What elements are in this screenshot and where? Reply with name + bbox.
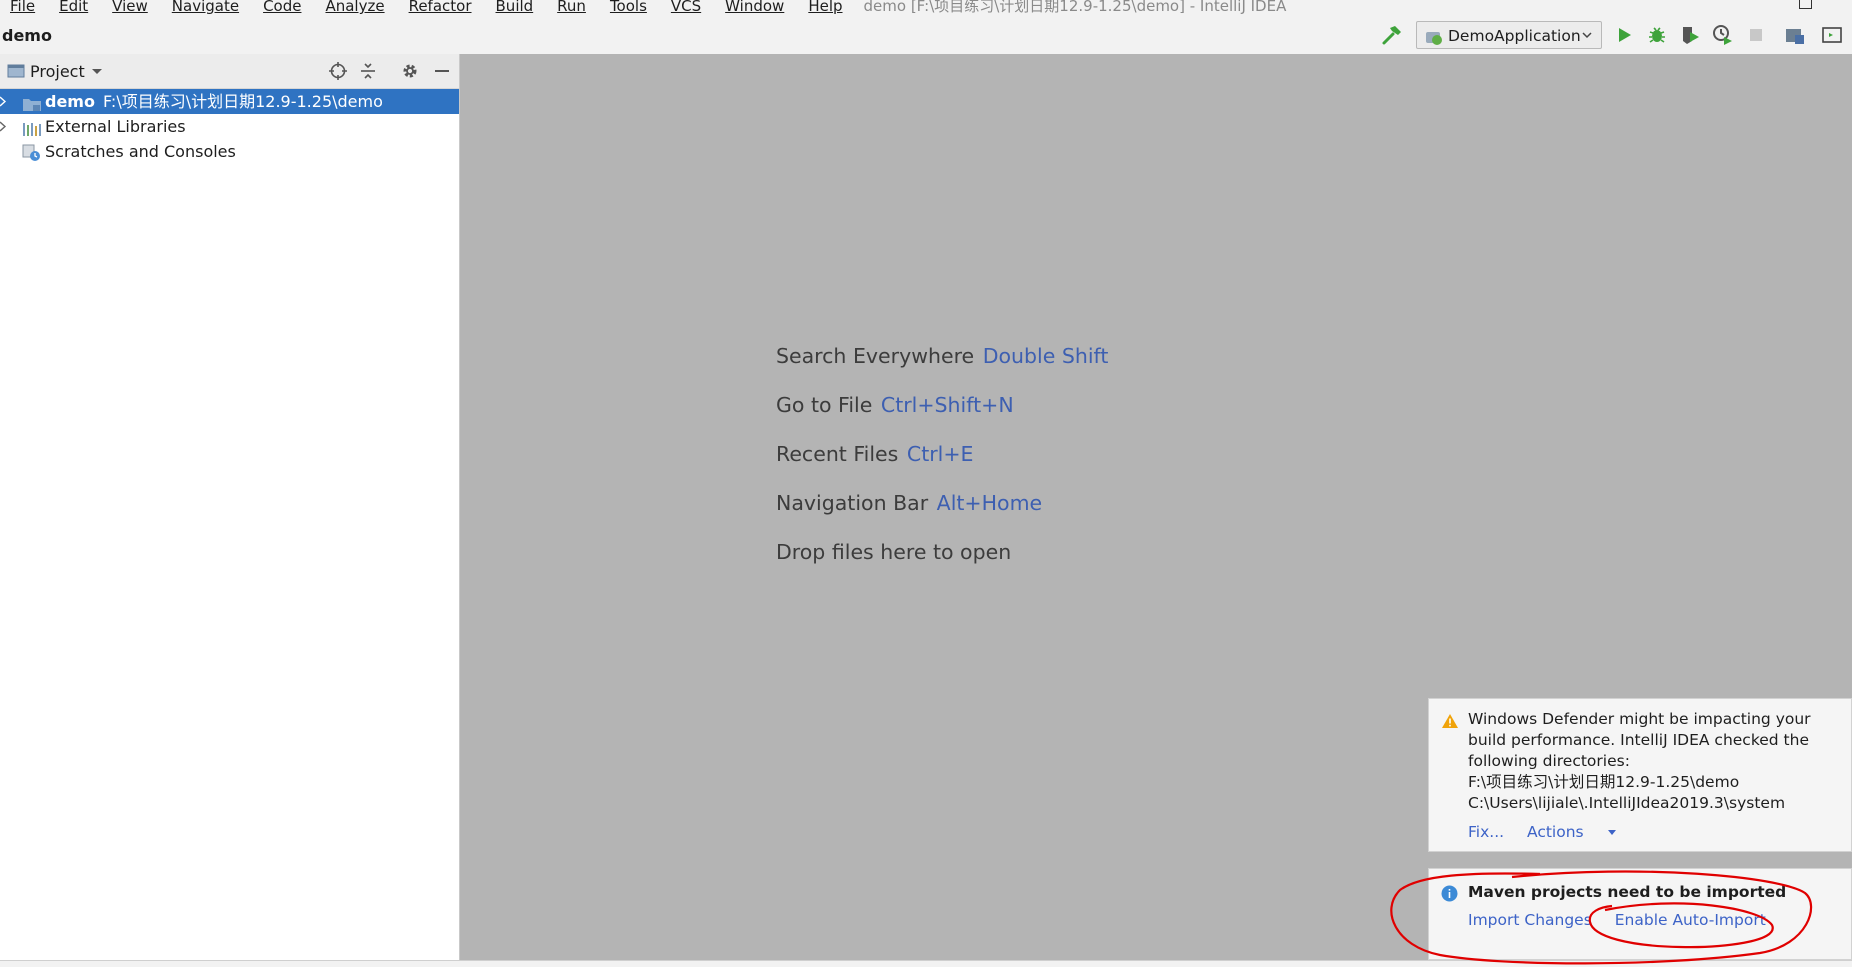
menu-tools[interactable]: Tools (610, 0, 647, 14)
notification-text-line: following directories: (1468, 752, 1630, 770)
chevron-down-icon (1607, 823, 1617, 841)
collapse-all-icon[interactable] (358, 61, 378, 81)
notification-text-line: C:\Users\lijiale\.IntelliJIdea2019.3\sys… (1468, 794, 1786, 812)
stop-icon[interactable] (1744, 23, 1768, 47)
notification-title: Maven projects need to be imported (1468, 883, 1787, 901)
navigation-toolbar: demo DemoApplication (0, 16, 1852, 55)
profile-icon[interactable] (1711, 23, 1735, 47)
chevron-down-icon (1581, 24, 1593, 55)
run-configuration-selector[interactable]: DemoApplication (1416, 21, 1602, 49)
shortcut-label: Alt+Home (936, 491, 1043, 515)
info-icon (1441, 885, 1458, 906)
menu-view[interactable]: View (112, 0, 148, 14)
project-panel-header: Project (0, 54, 459, 89)
project-tool-window: Project demo F:\项目练习\计划日期12.9-1.25\demo (0, 54, 460, 960)
tree-item-path: F:\项目练习\计划日期12.9-1.25\demo (102, 92, 383, 111)
tree-item-demo[interactable]: demo F:\项目练习\计划日期12.9-1.25\demo (0, 89, 459, 114)
terminal-icon[interactable] (1820, 23, 1844, 47)
coverage-icon[interactable] (1678, 23, 1702, 47)
restore-window-icon[interactable] (1799, 0, 1812, 9)
minimize-icon[interactable] (432, 61, 452, 81)
warning-icon (1441, 713, 1459, 733)
hint-go-to-file: Go to File Ctrl+Shift+N (776, 393, 1014, 417)
chevron-down-icon[interactable] (91, 63, 103, 83)
maven-import-notification: Maven projects need to be imported Impor… (1428, 868, 1852, 960)
actions-dropdown[interactable]: Actions (1527, 823, 1635, 841)
scratches-icon (22, 144, 42, 169)
run-configuration-label: DemoApplication (1448, 27, 1581, 45)
tree-item-label: External Libraries (45, 117, 186, 136)
project-view-selector[interactable]: Project (30, 62, 85, 81)
notification-text-line: F:\项目练习\计划日期12.9-1.25\demo (1468, 773, 1740, 791)
project-view-icon (7, 63, 25, 83)
shortcut-label: Double Shift (982, 344, 1109, 368)
tree-item-label: demo (45, 92, 95, 111)
project-structure-icon[interactable] (1783, 23, 1807, 47)
hint-drop-files: Drop files here to open (776, 540, 1012, 564)
gear-icon[interactable] (400, 61, 420, 81)
menu-window[interactable]: Window (725, 0, 784, 14)
tree-item-scratches[interactable]: Scratches and Consoles (0, 139, 459, 164)
defender-notification: Windows Defender might be impacting your… (1428, 698, 1852, 852)
debug-icon[interactable] (1645, 23, 1669, 47)
notification-text-line: Windows Defender might be impacting your (1468, 710, 1811, 728)
menu-analyze[interactable]: Analyze (325, 0, 384, 14)
menu-edit[interactable]: Edit (59, 0, 88, 14)
menu-build[interactable]: Build (496, 0, 534, 14)
menu-bar: File Edit View Navigate Code Analyze Refactor B… (0, 0, 1852, 16)
menu-help[interactable]: Help (808, 0, 842, 14)
menu-run[interactable]: Run (557, 0, 586, 14)
fix-link[interactable]: Fix... (1468, 823, 1504, 841)
breadcrumb[interactable]: demo (2, 26, 52, 45)
hint-recent-files: Recent Files Ctrl+E (776, 442, 974, 466)
editor-hints: Search Everywhere Double Shift Go to Fil… (776, 344, 1108, 589)
shortcut-label: Ctrl+Shift+N (880, 393, 1014, 417)
tree-item-label: Scratches and Consoles (45, 142, 236, 161)
shortcut-label: Ctrl+E (906, 442, 974, 466)
notification-text-line: build performance. IntelliJ IDEA checked… (1468, 731, 1809, 749)
build-hammer-icon[interactable] (1380, 23, 1404, 47)
import-changes-link[interactable]: Import Changes (1468, 911, 1592, 929)
menu-refactor[interactable]: Refactor (409, 0, 472, 14)
menu-file[interactable]: File (10, 0, 35, 14)
window-title: demo [F:\项目练习\计划日期12.9-1.25\demo] - Inte… (863, 0, 1287, 15)
locate-icon[interactable] (328, 61, 348, 81)
menu-code[interactable]: Code (263, 0, 301, 14)
run-icon[interactable] (1612, 23, 1636, 47)
spring-boot-icon (1425, 27, 1443, 55)
enable-auto-import-link[interactable]: Enable Auto-Import (1615, 911, 1766, 929)
menu-vcs[interactable]: VCS (671, 0, 701, 14)
hint-navigation-bar: Navigation Bar Alt+Home (776, 491, 1043, 515)
tree-item-external-libraries[interactable]: External Libraries (0, 114, 459, 139)
hint-search-everywhere: Search Everywhere Double Shift (776, 344, 1109, 368)
menu-navigate[interactable]: Navigate (172, 0, 239, 14)
